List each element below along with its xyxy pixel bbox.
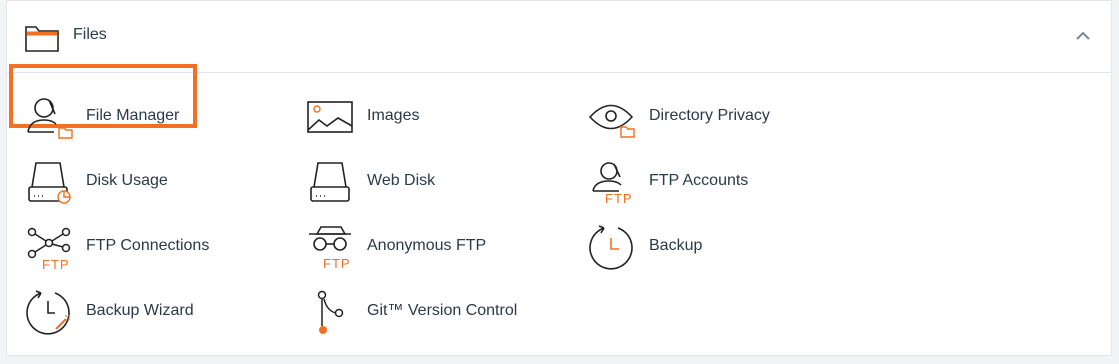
backup-wizard-icon (26, 290, 70, 335)
item-label: Directory Privacy (649, 107, 770, 124)
chevron-up-icon[interactable] (1075, 29, 1091, 43)
file-manager-icon (27, 98, 73, 139)
disk-usage-link[interactable]: Disk Usage (24, 159, 274, 205)
web-disk-icon (310, 162, 350, 202)
item-label: Backup (649, 237, 703, 254)
git-version-control-link[interactable]: Git™ Version Control (305, 289, 555, 335)
backup-icon (589, 225, 633, 270)
files-panel: Files File Manager Images Directory Priv (6, 0, 1112, 356)
ftp-badge: FTP (605, 191, 633, 205)
anonymous-ftp-link[interactable]: FTP Anonymous FTP (305, 224, 555, 270)
item-label: FTP Connections (86, 237, 210, 254)
item-label: Web Disk (367, 172, 436, 189)
ftp-accounts-link[interactable]: FTP FTP Accounts (587, 159, 837, 205)
ftp-connections-icon: FTP (27, 227, 71, 270)
ftp-accounts-icon: FTP (592, 162, 633, 205)
item-label: Images (367, 107, 420, 124)
item-label: Backup Wizard (86, 302, 194, 319)
images-icon (307, 101, 353, 133)
images-link[interactable]: Images (305, 94, 555, 140)
web-disk-link[interactable]: Web Disk (305, 159, 555, 205)
ftp-connections-link[interactable]: FTP FTP Connections (24, 224, 274, 270)
item-label: File Manager (86, 107, 180, 124)
section-title: Files (73, 26, 107, 43)
backup-wizard-link[interactable]: Backup Wizard (24, 289, 274, 335)
directory-privacy-icon (588, 104, 635, 138)
ftp-badge: FTP (42, 257, 70, 270)
item-label: Git™ Version Control (367, 302, 518, 319)
ftp-badge: FTP (323, 256, 351, 270)
item-label: Disk Usage (86, 172, 168, 189)
directory-privacy-link[interactable]: Directory Privacy (587, 94, 837, 140)
backup-link[interactable]: Backup (587, 224, 837, 270)
item-label: Anonymous FTP (367, 237, 487, 254)
item-label: FTP Accounts (649, 172, 749, 189)
anonymous-ftp-icon: FTP (309, 226, 351, 270)
folder-icon (25, 26, 59, 52)
git-version-control-icon (317, 290, 344, 334)
file-manager-link[interactable]: File Manager (9, 64, 274, 140)
panel-header[interactable]: Files (7, 1, 1111, 73)
disk-usage-icon (28, 162, 71, 204)
